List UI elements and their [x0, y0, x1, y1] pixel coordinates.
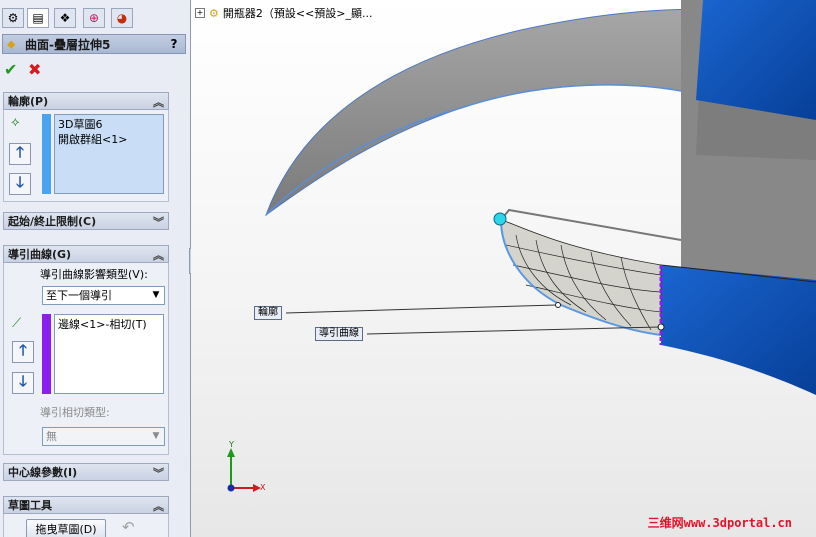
group-title: 輪廓(P) — [8, 95, 49, 108]
axis-y-label: Y — [229, 440, 234, 449]
select-value: 至下一個導引 — [46, 289, 112, 302]
guide-group-body: 導引曲線影響類型(V): 至下一個導引 ▼ ⟋ 邊線<1>-相切(T) 🡑 🡓 … — [3, 263, 169, 455]
sketch-tools-group-header[interactable]: 草圖工具 ︽ — [3, 496, 169, 514]
centerline-group-header[interactable]: 中心線參數(I) ︾ — [3, 463, 169, 481]
manager-tabs: ⚙ ▤ ❖ ⊕ ◕ — [0, 6, 190, 30]
drag-sketch-button[interactable]: 拖曳草圖(D) — [26, 519, 106, 537]
list-item[interactable]: 3D草圖6 — [58, 117, 160, 132]
guide-color-bar — [42, 314, 51, 394]
influence-type-select[interactable]: 至下一個導引 ▼ — [42, 286, 165, 305]
tangency-type-select[interactable]: 無 ▼ — [42, 427, 165, 446]
influence-type-label: 導引曲線影響類型(V): — [40, 268, 148, 281]
undo-icon[interactable]: ↶ — [122, 518, 135, 536]
move-up-button[interactable]: 🡑 — [12, 341, 34, 363]
profile-icon: ⟡ — [11, 115, 20, 130]
tab-glyph: ◕ — [116, 11, 128, 25]
model-canvas[interactable] — [191, 0, 816, 537]
select-value: 無 — [46, 430, 57, 443]
tab-glyph: ▤ — [32, 11, 44, 25]
profile-group-body: ⟡ 3D草圖6 開啟群組<1> 🡑 🡓 — [3, 110, 169, 202]
guide-curve-icon: ⟋ — [12, 316, 22, 331]
move-up-button[interactable]: 🡑 — [9, 143, 31, 165]
arrow-down-icon: 🡓 — [19, 371, 27, 390]
expand-chevron-icon[interactable]: ︾ — [153, 465, 164, 481]
cross-icon[interactable]: ✖ — [28, 60, 41, 79]
dimxpert-icon[interactable]: ⊕ — [83, 8, 105, 28]
move-down-button[interactable]: 🡓 — [12, 372, 34, 394]
callout-profile[interactable]: 輪廓 — [254, 306, 282, 320]
watermark: 三维网www.3dportal.cn — [647, 516, 792, 530]
configuration-manager-icon[interactable]: ❖ — [54, 8, 76, 28]
part-icon: ⚙ — [209, 6, 219, 20]
display-manager-icon[interactable]: ◕ — [111, 8, 133, 28]
loft-surface-icon: ⬥ — [7, 36, 16, 51]
help-button[interactable]: ? — [167, 37, 181, 51]
feature-tree-flyout[interactable]: + ⚙ 開瓶器2（預設<<預設>_顯... — [195, 5, 373, 21]
collapse-chevron-icon[interactable]: ︽ — [153, 498, 164, 514]
callout-label: 導引曲線 — [319, 328, 359, 339]
blue-top-surface — [696, 0, 816, 120]
start-end-group-header[interactable]: 起始/終止限制(C) ︾ — [3, 212, 169, 230]
expand-icon[interactable]: + — [195, 8, 205, 18]
profile-color-bar — [42, 114, 51, 194]
arrow-up-icon: 🡑 — [19, 340, 27, 359]
group-title: 草圖工具 — [8, 499, 52, 512]
list-item[interactable]: 邊線<1>-相切(T) — [58, 317, 160, 332]
property-manager-panel: ⚙ ▤ ❖ ⊕ ◕ ⬥ 曲面-疊層拉伸5 ? ✔ ✖ 輪廓(P) ︽ ⟡ 3D草… — [0, 0, 191, 537]
profile-list[interactable]: 3D草圖6 開啟群組<1> — [54, 114, 164, 194]
sketch-tools-group-body: 拖曳草圖(D) ↶ — [3, 514, 169, 537]
guide-group-header[interactable]: 導引曲線(G) ︽ — [3, 245, 169, 263]
checkmark-icon[interactable]: ✔ — [4, 60, 17, 79]
graphics-viewport[interactable]: + ⚙ 開瓶器2（預設<<預設>_顯... 輪廓 導引曲線 Y X 三维网www… — [191, 0, 816, 537]
axis-origin — [227, 484, 235, 492]
arrow-down-icon: 🡓 — [16, 172, 24, 191]
tab-glyph: ❖ — [59, 11, 71, 25]
sketch-point-handle[interactable] — [493, 212, 507, 226]
property-manager-icon[interactable]: ▤ — [27, 8, 49, 28]
tangency-type-label: 導引相切類型: — [40, 406, 110, 419]
profile-group-header[interactable]: 輪廓(P) ︽ — [3, 92, 169, 110]
feature-title: 曲面-疊層拉伸5 — [25, 37, 111, 52]
feature-title-bar: ⬥ 曲面-疊層拉伸5 ? — [2, 34, 186, 54]
group-title: 導引曲線(G) — [8, 248, 72, 261]
tab-glyph: ⚙ — [7, 11, 19, 25]
profile-mid-point[interactable] — [555, 302, 561, 308]
arrow-up-icon: 🡑 — [16, 142, 24, 161]
guide-curve-list[interactable]: 邊線<1>-相切(T) — [54, 314, 164, 394]
collapse-chevron-icon[interactable]: ︽ — [153, 94, 164, 110]
dropdown-arrow-icon[interactable]: ▼ — [148, 287, 164, 304]
callout-label: 輪廓 — [258, 307, 278, 318]
list-item[interactable]: 開啟群組<1> — [58, 132, 160, 147]
group-title: 起始/終止限制(C) — [8, 215, 97, 228]
part-name[interactable]: 開瓶器2（預設<<預設>_顯... — [223, 5, 373, 21]
group-title: 中心線參數(I) — [8, 466, 78, 479]
button-label: 拖曳草圖(D) — [35, 523, 97, 536]
callout-guide-curve[interactable]: 導引曲線 — [315, 327, 363, 341]
expand-chevron-icon[interactable]: ︾ — [153, 214, 164, 230]
axis-x-label: X — [260, 483, 266, 492]
feature-manager-icon[interactable]: ⚙ — [2, 8, 24, 28]
collapse-chevron-icon[interactable]: ︽ — [153, 247, 164, 263]
dropdown-arrow-icon[interactable]: ▼ — [148, 428, 164, 445]
tab-glyph: ⊕ — [88, 11, 100, 25]
move-down-button[interactable]: 🡓 — [9, 173, 31, 195]
